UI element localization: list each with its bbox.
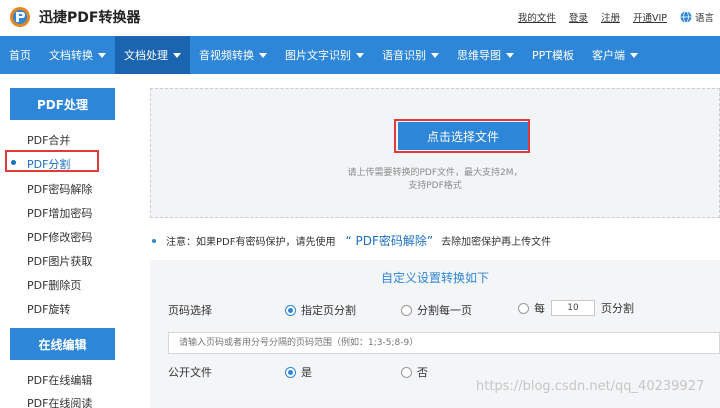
page-range-input[interactable] [168,332,720,354]
top-links: 我的文件 登录 注册 开通VIP 语言 [505,10,714,24]
public-file-label: 公开文件 [168,366,212,379]
radio-specified-pages[interactable]: 指定页分割 [285,302,356,318]
highlight-box [394,119,530,153]
radio-label: 是 [301,366,312,379]
upload-tip-line2: 支持PDF格式 [408,181,462,191]
radio-label: 指定页分割 [301,304,356,317]
radio-label: 分割每一页 [417,304,472,317]
nav-av-convert[interactable]: 音视频转换 [190,36,276,74]
sidebar-section-pdf: PDF处理 [10,88,115,120]
nav-doc-convert[interactable]: 文档转换 [40,36,115,74]
radio-public-no[interactable]: 否 [401,364,428,380]
my-files-link[interactable]: 我的文件 [518,10,556,24]
radio-label: 页分割 [601,302,634,315]
upload-dropzone[interactable]: 点击选择文件 请上传需要转换的PDF文件，最大支持2M， 支持PDF格式 [150,88,720,218]
active-dot-icon [11,160,16,165]
vip-link[interactable]: 开通VIP [633,10,667,24]
chevron-down-icon [356,52,364,58]
upload-tip-line1: 请上传需要转换的PDF文件，最大支持2M， [347,168,523,178]
settings-title: 自定义设置转换如下 [380,271,489,285]
radio-circle [285,366,296,378]
nav-client[interactable]: 客户端 [583,36,647,74]
register-link[interactable]: 注册 [601,10,620,24]
nav-speech[interactable]: 语音识别 [373,36,448,74]
radio-circle [401,304,412,316]
page-select-label: 页码选择 [168,304,212,317]
chevron-down-icon [506,52,514,58]
pages-per-split-input[interactable] [551,300,595,316]
radio-circle [401,366,412,378]
nav-ocr[interactable]: 图片文字识别 [276,36,373,74]
nav-label: 文档处理 [124,49,168,62]
notice-suffix: 去除加密保护再上传文件 [441,237,552,248]
radio-circle [285,304,296,316]
radio-public-yes[interactable]: 是 [285,364,312,380]
sidebar-item-delete-pages[interactable]: PDF删除页 [27,277,81,293]
nav-label: 音视频转换 [199,49,254,62]
nav-ppt[interactable]: PPT模板 [523,36,583,74]
nav-mindmap[interactable]: 思维导图 [448,36,523,74]
chevron-down-icon [431,52,439,58]
vip-link-label: 开通VIP [632,13,667,24]
unlock-link[interactable]: “ PDF密码解除” [345,232,433,249]
globe-icon [680,11,692,23]
sidebar-section-online-edit: 在线编辑 [10,328,115,360]
notice-prefix: 注意：如果PDF有密码保护，请先使用 [166,237,336,248]
sidebar-item-online-edit[interactable]: PDF在线编辑 [27,372,92,388]
nav-label: 客户端 [592,49,625,62]
notice: 注意：如果PDF有密码保护，请先使用 “ PDF密码解除” 去除加密保护再上传文… [152,232,551,249]
radio-each-page[interactable]: 分割每一页 [401,302,472,318]
chevron-down-icon [98,52,106,58]
nav-label: 首页 [9,49,31,62]
language-selector[interactable]: 语言 [695,10,714,24]
nav-label: 图片文字识别 [285,49,351,62]
login-link[interactable]: 登录 [569,10,588,24]
sidebar-item-merge[interactable]: PDF合并 [27,132,70,148]
radio-every-n-pages-group: 每 页分割 [518,300,634,316]
header: 迅捷PDF转换器 我的文件 登录 注册 开通VIP 语言 [0,0,720,34]
sidebar-item-extract-images[interactable]: PDF图片获取 [27,253,92,269]
radio-label: 每 [534,302,545,315]
nav-label: 语音识别 [382,49,426,62]
sidebar: PDF处理 PDF合并 PDF分割 PDF密码解除 PDF增加密码 PDF修改密… [0,74,130,408]
chevron-down-icon [259,52,267,58]
sidebar-item-online-read[interactable]: PDF在线阅读 [27,395,92,408]
bullet-icon [152,238,156,243]
nav-label: PPT模板 [532,49,574,62]
nav-home[interactable]: 首页 [0,36,40,74]
sidebar-item-split[interactable]: PDF分割 [27,156,70,172]
logo[interactable]: 迅捷PDF转换器 [8,6,140,28]
nav-doc-process[interactable]: 文档处理 [115,36,190,74]
radio-label: 否 [417,366,428,379]
sidebar-item-change-password[interactable]: PDF修改密码 [27,229,92,245]
sidebar-item-encrypt[interactable]: PDF增加密码 [27,205,92,221]
main-nav: 首页 文档转换 文档处理 音视频转换 图片文字识别 语音识别 思维导图 PPT模… [0,36,720,74]
logo-icon [10,7,30,27]
chevron-down-icon [173,52,181,58]
nav-label: 文档转换 [49,49,93,62]
watermark: https://blog.csdn.net/qq_40239927 [476,379,705,394]
radio-every-n-pages[interactable] [518,302,529,314]
sidebar-item-rotate[interactable]: PDF旋转 [27,301,70,317]
sidebar-item-unlock[interactable]: PDF密码解除 [27,181,92,197]
chevron-down-icon [630,52,638,58]
app-title: 迅捷PDF转换器 [39,10,141,26]
nav-label: 思维导图 [457,49,501,62]
